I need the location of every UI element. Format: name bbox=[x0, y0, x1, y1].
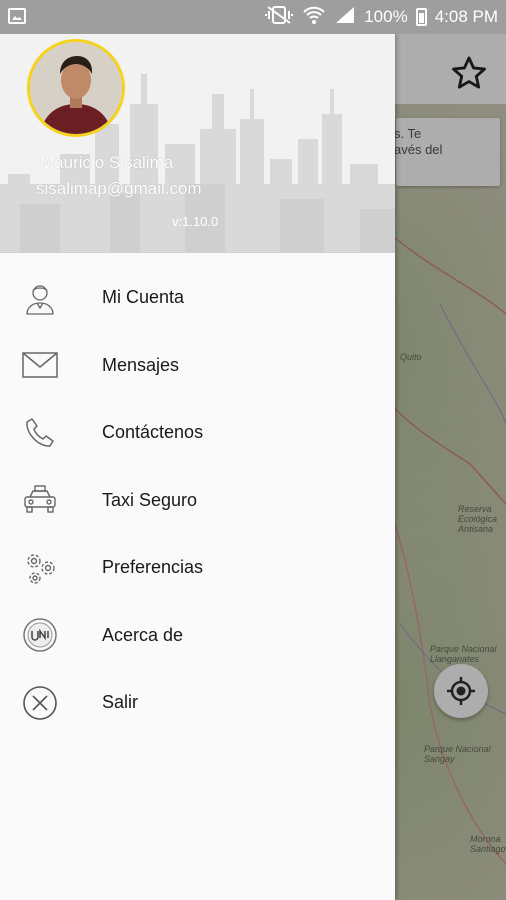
drawer-menu: Mi Cuenta Mensajes Contáctenos Taxi Segu… bbox=[0, 264, 395, 737]
vibrate-mute-icon bbox=[264, 5, 294, 30]
menu-item-preferencias[interactable]: Preferencias bbox=[0, 534, 395, 602]
menu-item-label: Taxi Seguro bbox=[102, 489, 198, 510]
envelope-icon bbox=[20, 345, 60, 385]
navigation-drawer: Mauricio Sisalima sisalimap@gmail.com v:… bbox=[0, 34, 395, 900]
menu-item-mi-cuenta[interactable]: Mi Cuenta bbox=[0, 264, 395, 332]
uni-logo-icon bbox=[20, 615, 60, 655]
signal-icon bbox=[334, 5, 356, 30]
user-name: Mauricio Sisalima bbox=[40, 153, 174, 172]
avatar[interactable] bbox=[27, 39, 125, 137]
menu-item-label: Preferencias bbox=[102, 557, 204, 578]
status-icons: 100% 4:08 PM bbox=[264, 0, 498, 34]
menu-item-label: Mensajes bbox=[102, 354, 180, 375]
status-bar: 100% 4:08 PM bbox=[0, 0, 506, 34]
wifi-icon bbox=[302, 5, 326, 30]
menu-item-taxi-seguro[interactable]: Taxi Seguro bbox=[0, 467, 395, 535]
menu-item-label: Mi Cuenta bbox=[102, 287, 185, 308]
app-version: v:1.10.0 bbox=[172, 214, 219, 229]
menu-item-salir[interactable]: Salir bbox=[0, 669, 395, 737]
menu-item-label: Salir bbox=[102, 692, 139, 713]
close-circle-icon bbox=[20, 683, 60, 723]
menu-item-label: Contáctenos bbox=[102, 422, 204, 443]
taxi-icon bbox=[20, 480, 60, 520]
battery-icon bbox=[415, 8, 427, 26]
clock: 4:08 PM bbox=[434, 7, 498, 26]
menu-item-acerca-de[interactable]: Acerca de bbox=[0, 602, 395, 670]
user-email: sisalimap@gmail.com bbox=[36, 179, 202, 198]
menu-item-mensajes[interactable]: Mensajes bbox=[0, 332, 395, 400]
gears-icon bbox=[20, 548, 60, 588]
menu-item-label: Acerca de bbox=[102, 624, 184, 645]
drawer-header: Mauricio Sisalima sisalimap@gmail.com v:… bbox=[0, 34, 395, 253]
image-notification-icon bbox=[8, 8, 26, 24]
user-icon bbox=[20, 278, 60, 318]
menu-item-contactenos[interactable]: Contáctenos bbox=[0, 399, 395, 467]
battery-percent: 100% bbox=[364, 7, 408, 26]
phone-icon bbox=[20, 413, 60, 453]
